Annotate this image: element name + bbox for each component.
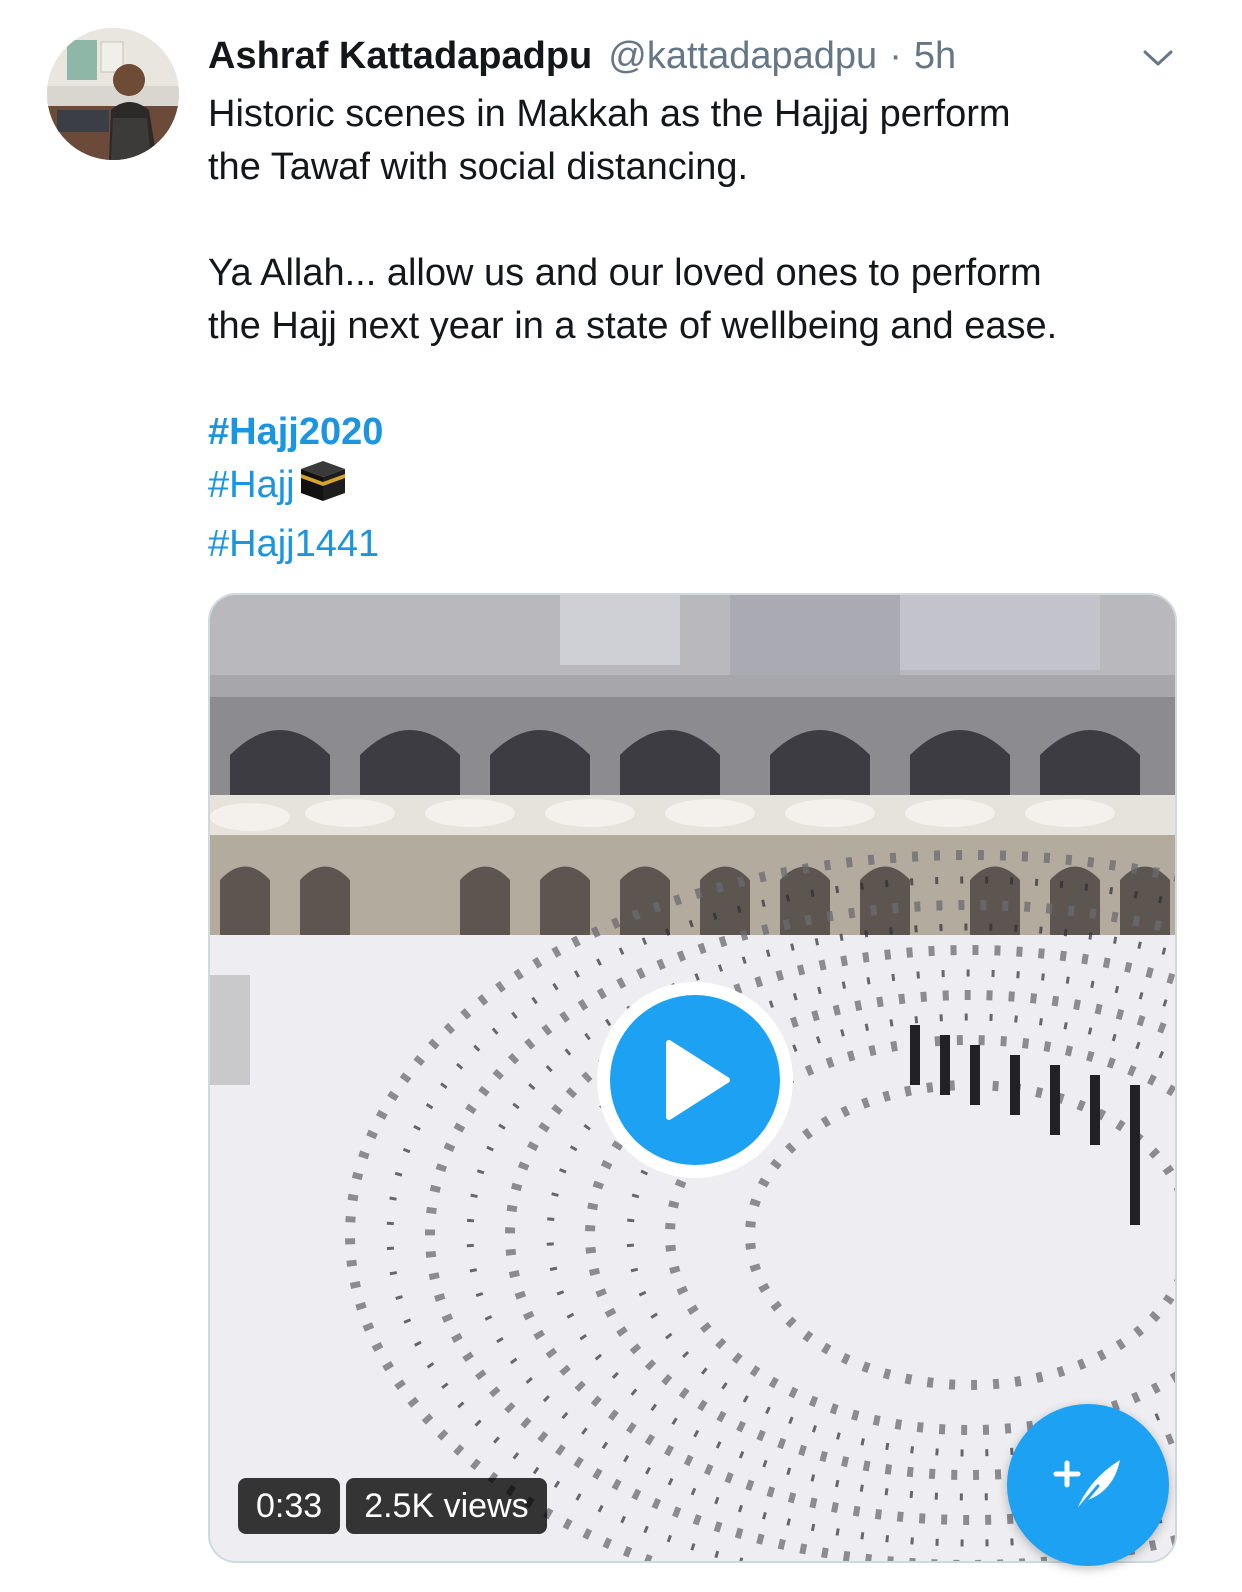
hashtag-link[interactable]: #Hajj1441 bbox=[208, 518, 1198, 571]
video-player[interactable]: 0:33 2.5K views bbox=[208, 593, 1177, 1563]
header-separator: · bbox=[889, 35, 902, 77]
avatar-photo bbox=[47, 28, 179, 160]
compose-tweet-icon bbox=[1053, 1460, 1120, 1514]
user-handle[interactable]: @kattadapadpu bbox=[608, 30, 877, 82]
chevron-down-icon[interactable] bbox=[1140, 40, 1176, 76]
tweet-text-line: the Tawaf with social distancing. bbox=[208, 146, 749, 188]
tweet-text-line: the Hajj next year in a state of wellbei… bbox=[208, 305, 1058, 347]
play-icon bbox=[610, 995, 780, 1165]
tweet-text-line: Ya Allah... allow us and our loved ones … bbox=[208, 252, 1042, 294]
display-name[interactable]: Ashraf Kattadapadpu bbox=[208, 30, 592, 82]
video-duration: 0:33 bbox=[238, 1478, 341, 1534]
hashtag-row: #Hajj bbox=[208, 459, 1198, 518]
play-button[interactable] bbox=[597, 982, 793, 1178]
tweet-text-line: Historic scenes in Makkah as the Hajjaj … bbox=[208, 93, 1011, 135]
hashtag-link[interactable]: #Hajj bbox=[208, 464, 295, 506]
tweet-timestamp[interactable]: 5h bbox=[914, 30, 956, 82]
tweet-body: Historic scenes in Makkah as the Hajjaj … bbox=[208, 88, 1198, 571]
kaaba-emoji bbox=[297, 459, 349, 518]
compose-tweet-button[interactable] bbox=[1007, 1404, 1169, 1566]
video-meta: 0:33 2.5K views bbox=[238, 1478, 547, 1534]
tweet-header: Ashraf Kattadapadpu @kattadapadpu · 5h bbox=[208, 30, 956, 82]
author-avatar[interactable] bbox=[47, 28, 179, 160]
hashtag-link[interactable]: #Hajj2020 bbox=[208, 406, 1198, 459]
view-count: 2.5K views bbox=[346, 1478, 547, 1534]
